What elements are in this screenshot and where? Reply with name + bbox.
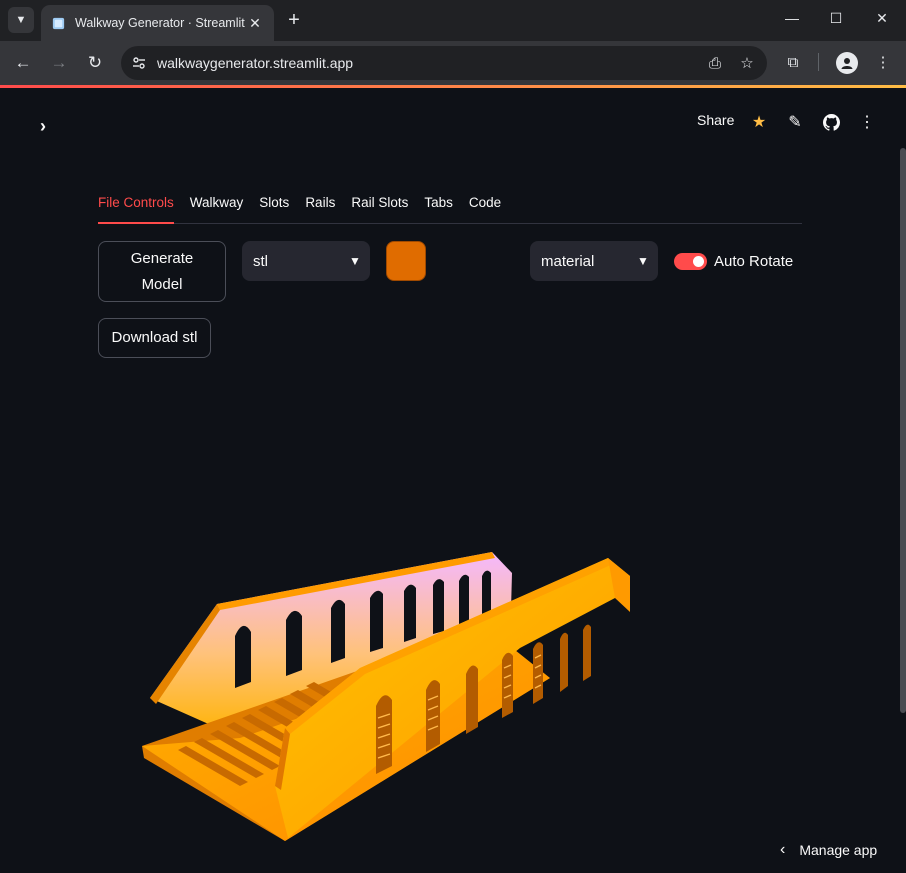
expand-sidebar-chevron-icon[interactable]: › — [33, 116, 53, 137]
tab-file-controls[interactable]: File Controls — [98, 195, 174, 224]
tab-slots[interactable]: Slots — [259, 195, 289, 223]
browser-toolbar: ← → ↻ walkwaygenerator.streamlit.app ⎙ ☆… — [0, 41, 906, 85]
favorite-star-icon[interactable]: ★ — [748, 112, 770, 134]
model-3d-viewer[interactable] — [120, 528, 650, 848]
extensions-icon[interactable]: ⧉ — [782, 52, 804, 74]
tab-rails[interactable]: Rails — [305, 195, 335, 223]
tab-walkway[interactable]: Walkway — [190, 195, 244, 223]
close-window-button[interactable]: ✕ — [872, 10, 892, 27]
color-picker[interactable] — [386, 241, 426, 281]
github-icon[interactable] — [820, 112, 842, 134]
app-menu-icon[interactable]: ⋮ — [856, 112, 878, 134]
bookmark-star-icon[interactable]: ☆ — [735, 54, 759, 72]
generate-model-button[interactable]: Generate Model — [98, 241, 226, 302]
maximize-button[interactable]: ☐ — [826, 10, 846, 27]
browser-menu-icon[interactable]: ⋮ — [872, 52, 894, 74]
tab-title: Walkway Generator · Streamlit — [75, 16, 245, 30]
generate-label-line2: Model — [141, 275, 183, 293]
format-select[interactable]: stl ▼ — [242, 241, 370, 281]
person-icon — [841, 58, 853, 69]
scrollbar[interactable] — [900, 148, 906, 713]
tab-bar: File Controls Walkway Slots Rails Rail S… — [98, 195, 802, 224]
toolbar-separator — [818, 53, 819, 71]
install-app-icon[interactable]: ⎙ — [703, 55, 727, 72]
auto-rotate-toggle[interactable] — [674, 253, 707, 270]
toggle-knob — [693, 256, 704, 267]
tab-code[interactable]: Code — [469, 195, 501, 223]
browser-tab[interactable]: Walkway Generator · Streamlit ✕ — [41, 5, 274, 41]
manage-app-label: Manage app — [799, 842, 878, 858]
streamlit-favicon — [52, 17, 65, 29]
reload-button[interactable]: ↻ — [84, 52, 106, 74]
app-page: › Share ★ ✎ ⋮ File Controls Walkway Slot… — [0, 88, 906, 873]
share-button[interactable]: Share — [697, 112, 734, 128]
profile-avatar-icon[interactable] — [836, 52, 858, 74]
chevron-down-icon: ▼ — [349, 254, 361, 268]
forward-button[interactable]: → — [48, 52, 70, 74]
chevron-left-icon: ‹ — [780, 841, 786, 858]
url-text: walkwaygenerator.streamlit.app — [157, 55, 354, 71]
material-select[interactable]: material ▼ — [530, 241, 658, 281]
generate-label-line1: Generate — [130, 249, 194, 267]
auto-rotate-label: Auto Rotate — [714, 253, 794, 270]
download-stl-button[interactable]: Download stl — [98, 318, 211, 358]
manage-app-button[interactable]: ‹ Manage app — [780, 841, 877, 859]
chevron-down-icon: ▼ — [637, 254, 649, 268]
new-tab-button[interactable]: + — [283, 9, 305, 31]
tab-search-button[interactable]: ▼ — [8, 7, 34, 33]
format-select-value: stl — [253, 252, 268, 270]
edit-pencil-icon[interactable]: ✎ — [784, 112, 806, 134]
minimize-button[interactable]: — — [782, 10, 802, 26]
material-select-value: material — [541, 252, 595, 270]
back-button[interactable]: ← — [12, 52, 34, 74]
address-bar[interactable]: walkwaygenerator.streamlit.app ⎙ ☆ — [121, 46, 767, 80]
site-info-icon[interactable] — [131, 55, 147, 71]
tab-close-icon[interactable]: ✕ — [246, 15, 264, 32]
tab-tabs[interactable]: Tabs — [424, 195, 453, 223]
tab-rail-slots[interactable]: Rail Slots — [351, 195, 408, 223]
browser-tabbar: ▼ Walkway Generator · Streamlit ✕ + — ☐ … — [0, 0, 906, 41]
